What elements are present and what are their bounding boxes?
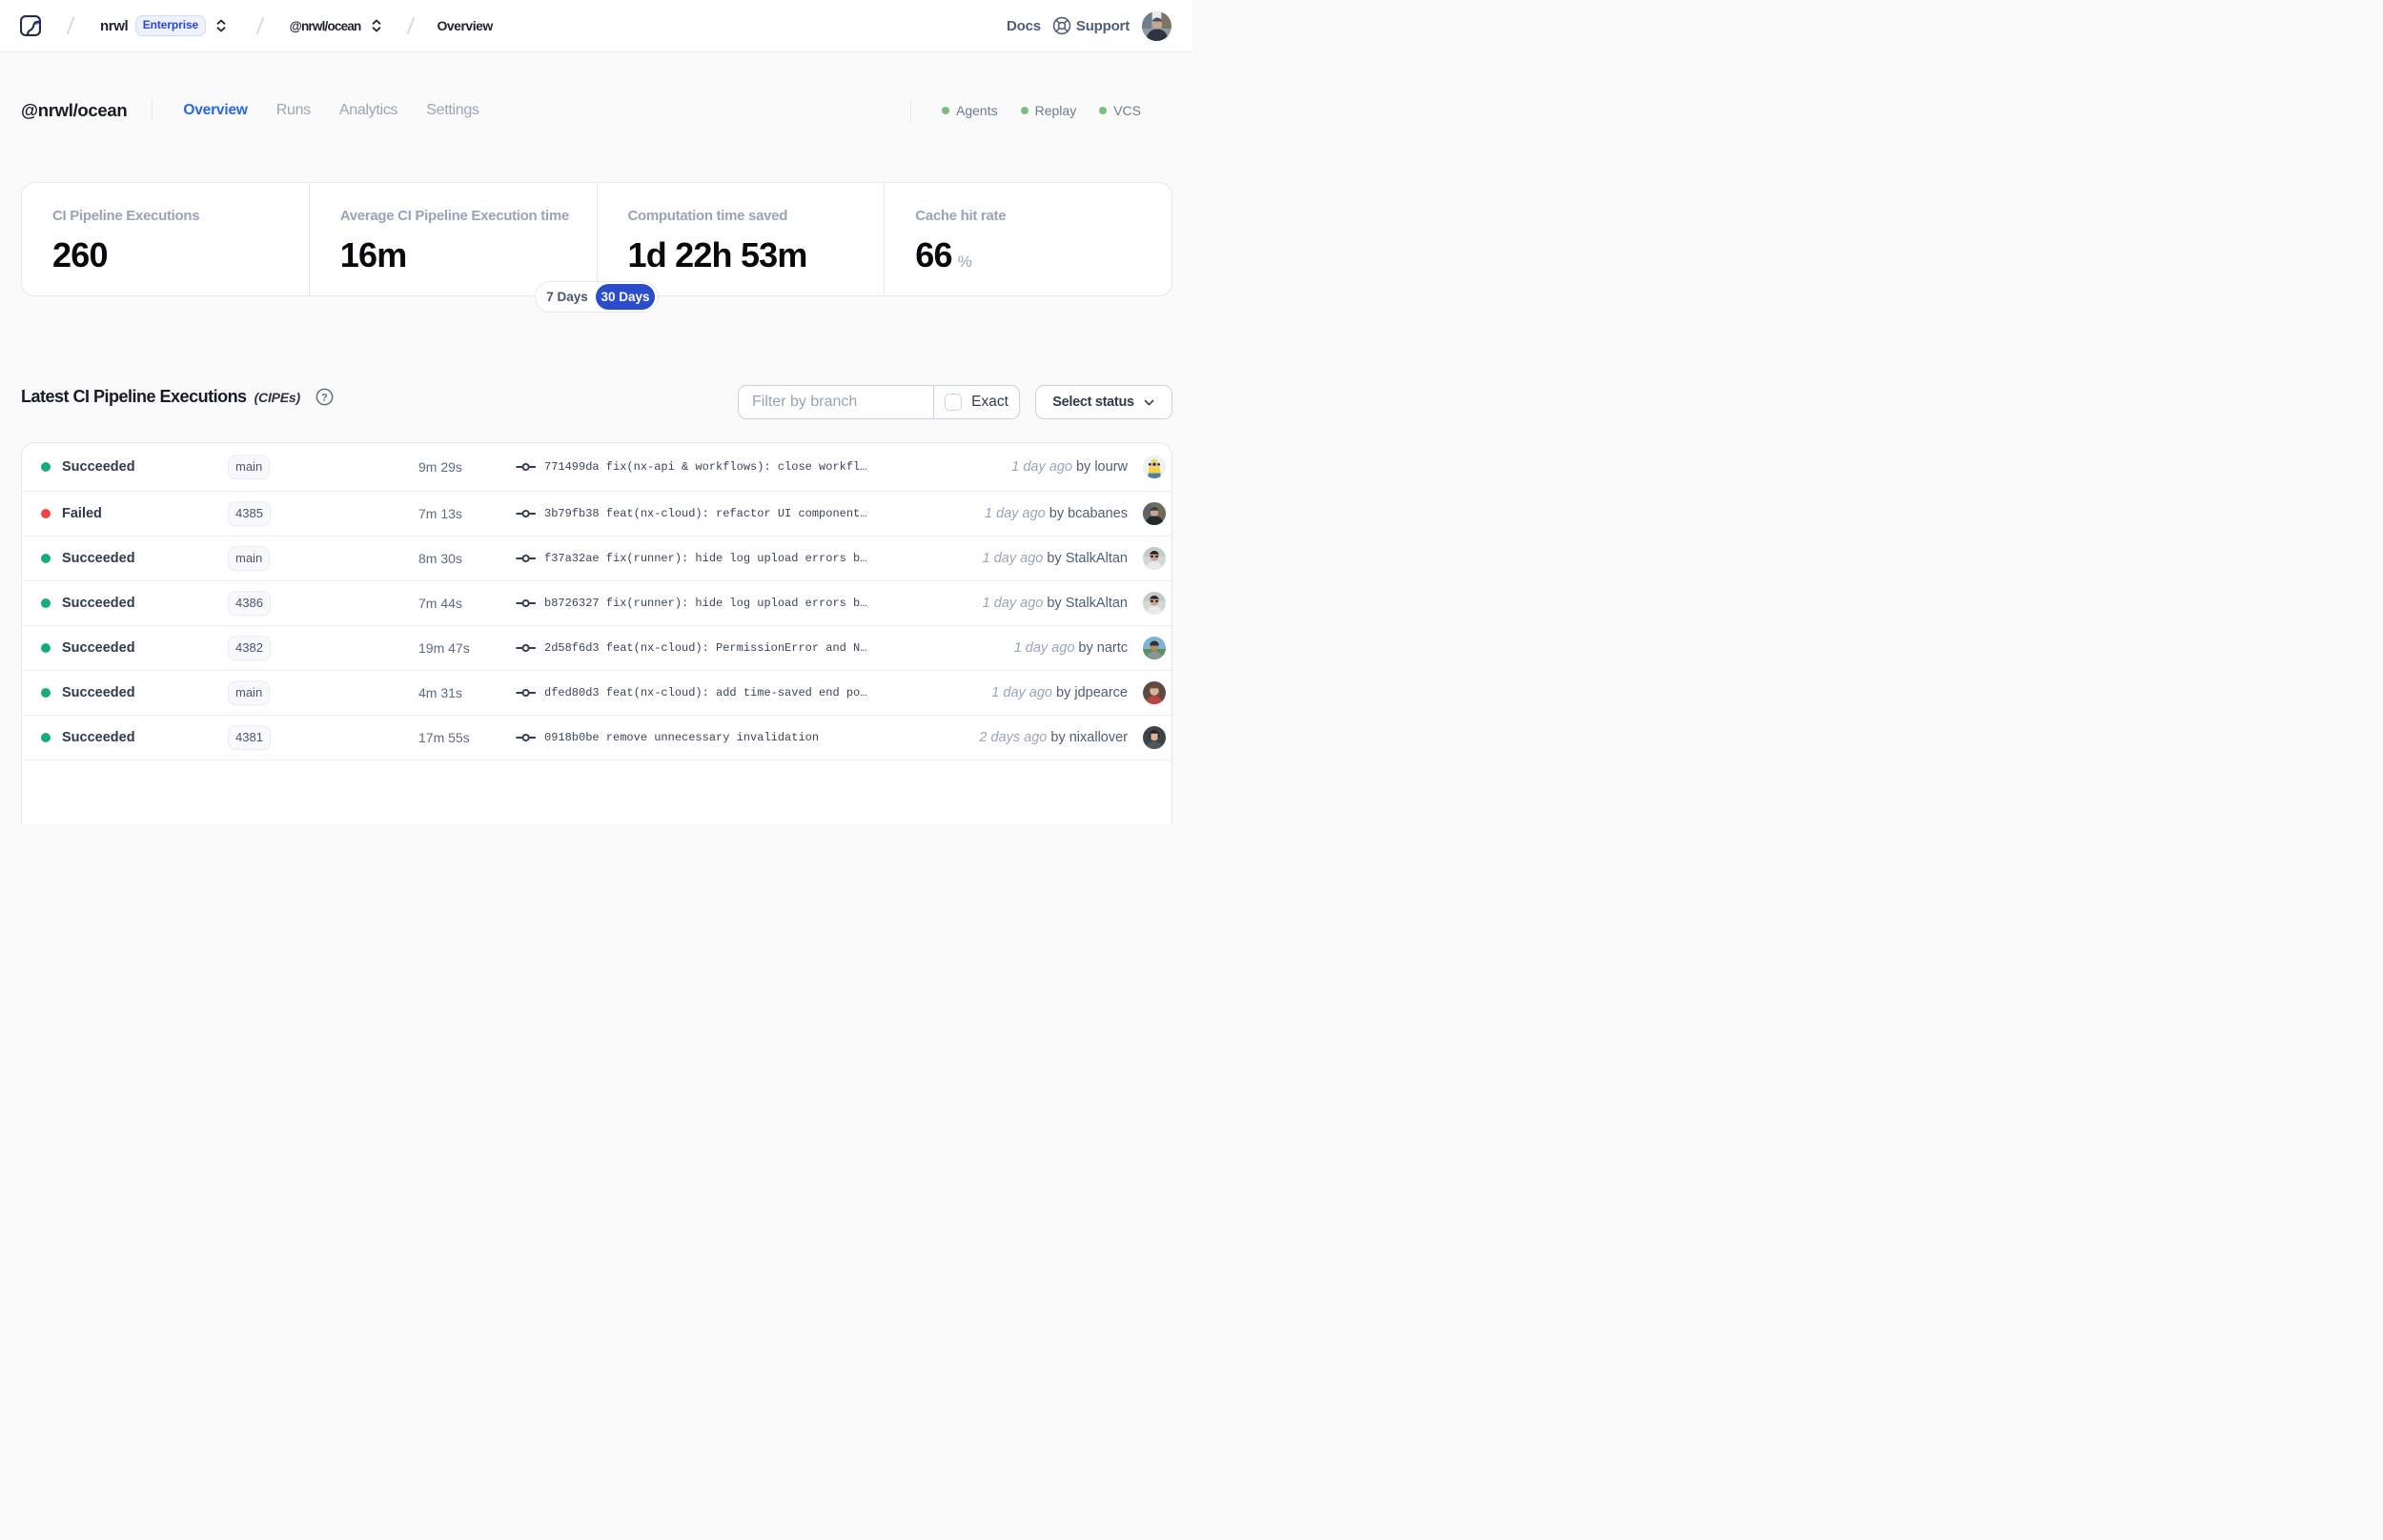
svg-text:?: ? — [321, 392, 328, 403]
